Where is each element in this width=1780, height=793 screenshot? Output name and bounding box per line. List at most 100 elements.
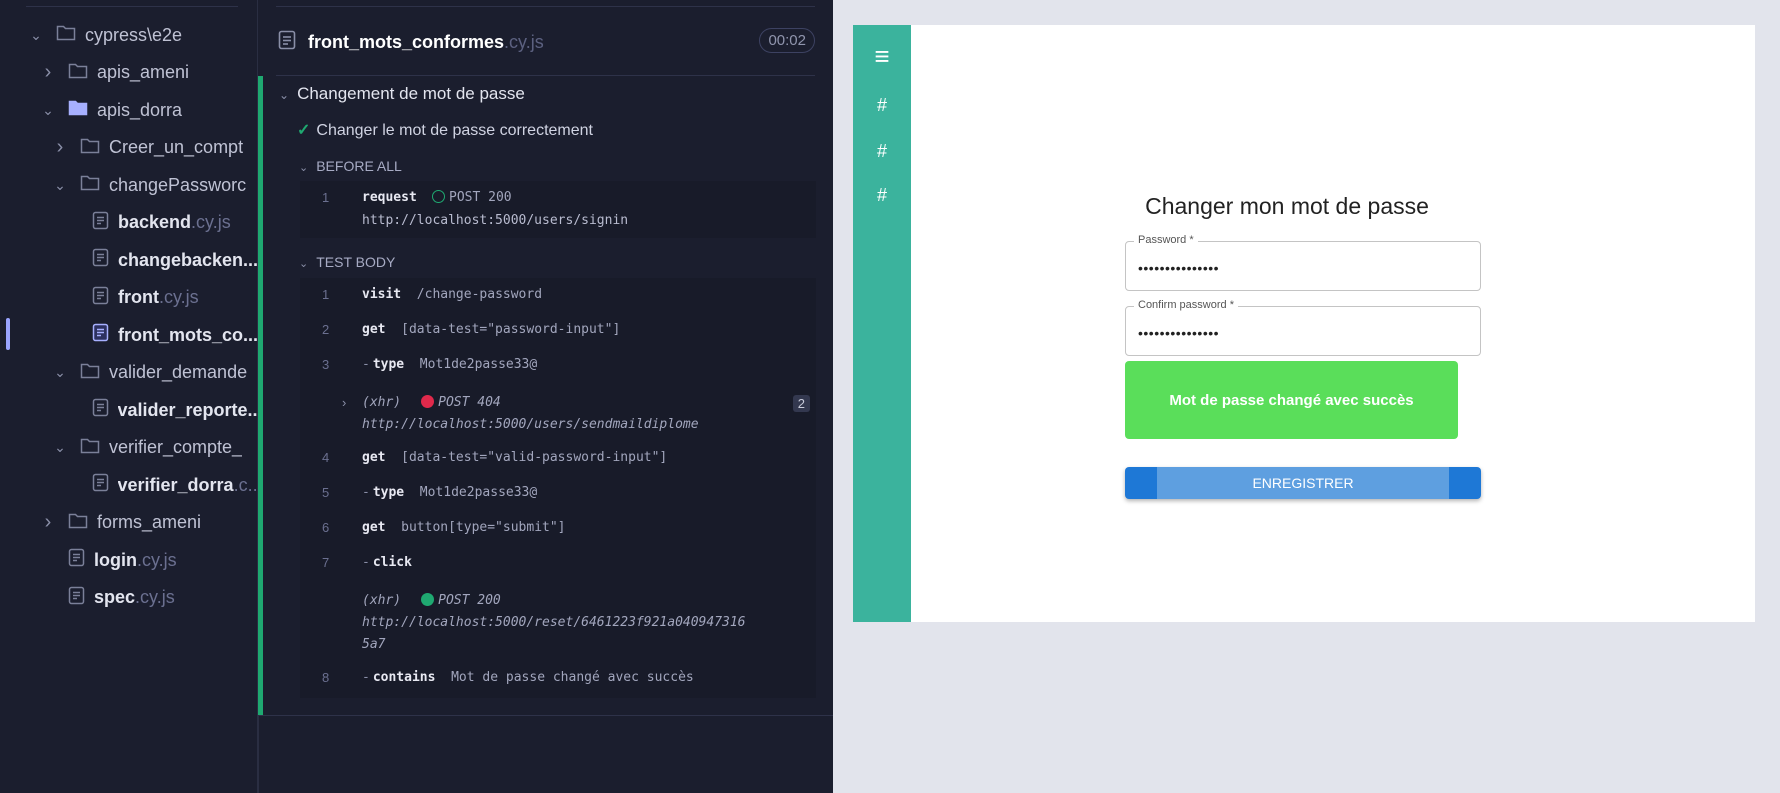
tree-item-label: backend.cy.js	[118, 212, 231, 233]
tree-folder[interactable]: › apis_ameni	[40, 58, 258, 88]
tree-item-name: verifier_dorra	[117, 474, 234, 495]
command-message: [data-test="password-input"]	[401, 322, 621, 337]
tree-item-name: backend	[118, 212, 192, 232]
chevron-right-icon[interactable]: ›	[52, 136, 68, 159]
tree-file[interactable]: spec.cy.js	[40, 583, 258, 613]
chevron-down-icon[interactable]: ⌄	[52, 439, 68, 456]
file-icon	[92, 211, 109, 235]
tree-folder[interactable]: ⌄ apis_dorra	[40, 95, 258, 125]
tree-file[interactable]: front.cy.js	[64, 283, 258, 313]
test-body-label[interactable]: ⌄ TEST BODY	[299, 254, 395, 270]
tree-item-label: front_mots_co...	[118, 325, 258, 346]
tree-item-label: valider_demandе	[109, 362, 247, 383]
folder-icon	[68, 512, 88, 534]
request-url: http://localhost:5000/users/signin	[362, 213, 629, 228]
app-preview: ≡ # # # Changer mon mot de passe Passwor…	[833, 0, 1780, 793]
tree-folder[interactable]: ⌄ verifier_compte_	[52, 433, 258, 463]
command-message: Mot1de2passe33@	[419, 357, 538, 372]
tree-file[interactable]: verifier_dorra.c...	[64, 470, 258, 500]
chevron-down-icon: ⌄	[299, 258, 309, 270]
folder-icon	[80, 437, 100, 459]
pending-circle-icon	[432, 190, 445, 203]
tree-folder[interactable]: › Creer_un_compt	[52, 133, 258, 163]
command-message: Mot de passe changé avec succès	[451, 670, 694, 685]
tree-file[interactable]: changebacken...	[64, 245, 258, 275]
command-number: 5	[322, 485, 330, 500]
command-number: 3	[322, 357, 330, 372]
chevron-down-icon[interactable]: ⌄	[52, 177, 68, 194]
tree-item-name: apis_ameni	[97, 62, 190, 82]
tree-folder[interactable]: › forms_ameni	[40, 508, 258, 538]
folder-icon	[80, 174, 100, 196]
tree-file[interactable]: login.cy.js	[40, 545, 258, 575]
hash-icon[interactable]: #	[853, 185, 911, 206]
tree-file[interactable]: front_mots_co...	[64, 320, 258, 350]
tree-item-name: verifier_compte_	[109, 437, 243, 457]
tree-folder[interactable]: ⌄ cypress\e2e	[28, 20, 258, 50]
app-sidebar: ≡ # # #	[853, 25, 911, 622]
folder-icon	[56, 24, 76, 46]
command-name: get [data-test="valid-password-input"]	[362, 450, 667, 465]
command-message: /change-password	[416, 287, 543, 302]
spec-name: front_mots_conformes.cy.js	[308, 32, 544, 53]
test-body-commands: 1 visit /change-password 2 get [data-tes…	[300, 278, 816, 698]
check-icon: ✓	[297, 122, 311, 139]
request-url: http://localhost:5000/reset/6461223f921a…	[362, 615, 746, 630]
before-all-label[interactable]: ⌄ BEFORE ALL	[299, 158, 402, 174]
file-icon	[278, 30, 296, 55]
tree-item-label: Creer_un_compt	[109, 137, 243, 158]
specs-sidebar: ⌄ cypress\e2e › apis_ameni ⌄ apis_dorra › Creer…	[0, 0, 258, 793]
submit-button[interactable]: ENREGISTRER	[1125, 467, 1481, 499]
file-icon	[68, 548, 85, 572]
test-body-label-text: TEST BODY	[316, 254, 396, 270]
command-message: [data-test="valid-password-input"]	[401, 450, 668, 465]
command-number: 1	[322, 190, 330, 205]
divider	[258, 715, 833, 716]
confirm-password-field[interactable]: Confirm password * •••••••••••••••	[1125, 299, 1481, 356]
chevron-down-icon[interactable]: ⌄	[28, 27, 44, 44]
test-title[interactable]: ✓ Changer le mot de passe correctement	[297, 120, 593, 140]
command-name-text: click	[372, 555, 412, 570]
tree-item-name: valider_reporte...	[117, 399, 259, 420]
tree-item-label: login.cy.js	[94, 550, 177, 571]
tree-item-label: changePassworc	[109, 175, 246, 196]
menu-icon[interactable]: ≡	[853, 41, 911, 72]
suite-title[interactable]: ⌄ Changement de mot de passe	[279, 84, 525, 104]
tree-item-label: changebacken...	[118, 250, 258, 271]
tree-item-label: spec.cy.js	[94, 587, 175, 608]
tree-folder[interactable]: ⌄ changePassworc	[52, 170, 258, 200]
file-icon	[92, 473, 109, 497]
tree-item-label: apis_ameni	[97, 62, 189, 83]
tree-item-ext: .cy.js	[137, 549, 177, 570]
tree-item-ext: .cy.js	[135, 587, 175, 607]
chevron-right-icon[interactable]: ›	[40, 511, 56, 534]
tree-file[interactable]: valider_reporte...	[64, 395, 258, 425]
tree-item-name: apis_dorra	[97, 99, 183, 120]
tree-item-ext: .cy.js	[191, 212, 231, 232]
tree-file[interactable]: backend.cy.js	[64, 208, 258, 238]
tree-item-label: forms_ameni	[97, 512, 201, 533]
command-name-text: type	[372, 485, 405, 500]
command-name-text: get	[362, 450, 386, 465]
suite: ⌄ Changement de mot de passe ✓ Changer le …	[258, 76, 833, 716]
chevron-right-icon[interactable]: ›	[40, 61, 56, 84]
password-field[interactable]: Password * •••••••••••••••	[1125, 234, 1481, 291]
tree-folder[interactable]: ⌄ valider_demandе	[52, 358, 258, 388]
spec-header: front_mots_conformes.cy.js 00:02	[278, 22, 815, 62]
chevron-down-icon[interactable]: ⌄	[52, 364, 68, 381]
selected-indicator	[6, 318, 10, 350]
before-all-commands: 1 request POST 200 http://localhost:5000…	[300, 181, 816, 238]
command-number: 7	[322, 555, 330, 570]
failure-dot-icon	[421, 395, 435, 408]
form-title: Changer mon mot de passe	[1145, 193, 1429, 219]
tree-item-name: cypress\e2e	[85, 24, 183, 45]
hash-icon[interactable]: #	[853, 141, 911, 162]
app-frame: ≡ # # # Changer mon mot de passe Passwor…	[853, 25, 1755, 622]
folder-icon	[80, 362, 100, 384]
tree-item-name: front_mots_co...	[118, 324, 258, 345]
chevron-down-icon[interactable]: ⌄	[40, 102, 56, 119]
tree-item-name: spec	[94, 587, 136, 607]
command-name: get button[type="submit"]	[362, 520, 566, 535]
hash-icon[interactable]: #	[853, 95, 911, 116]
folder-icon	[80, 137, 100, 159]
